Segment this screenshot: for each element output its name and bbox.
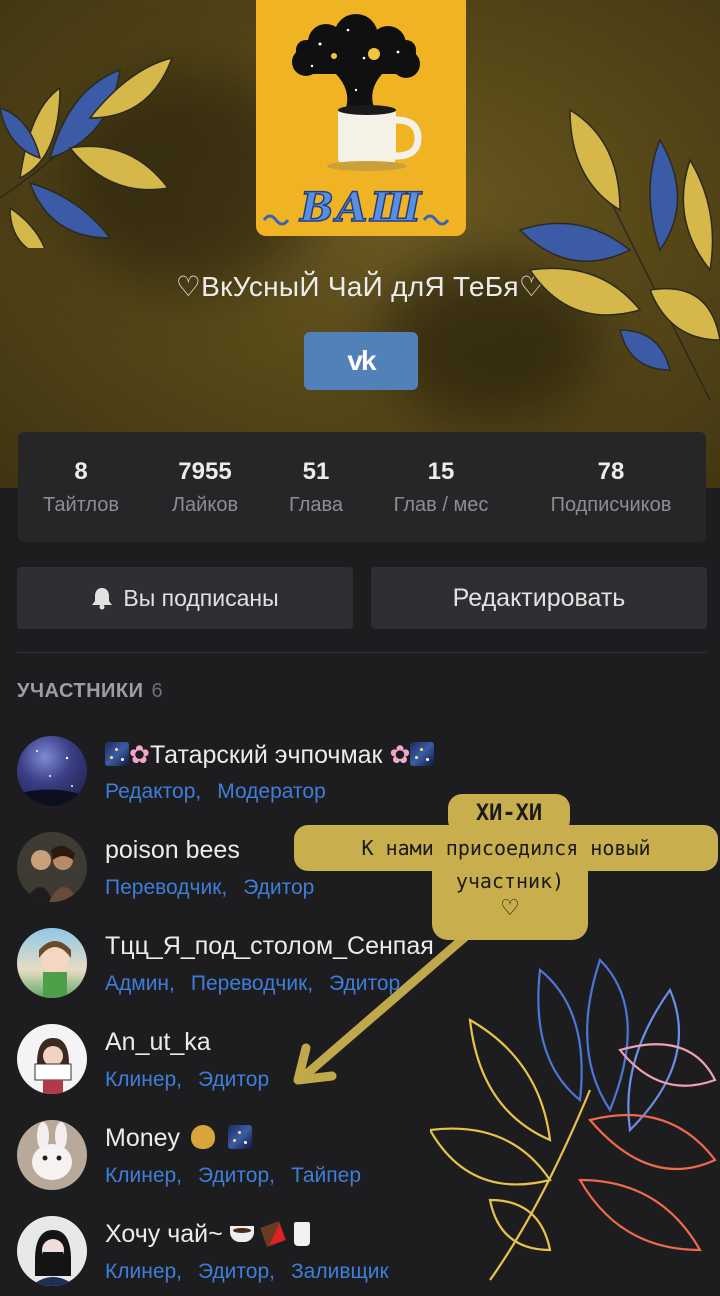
edit-button-label: Редактировать [452, 583, 626, 612]
money-bag-emoji-icon [191, 1125, 215, 1149]
role-tag[interactable]: Эдитор, [198, 1260, 275, 1284]
members-heading-label: УЧАСТНИКИ [17, 680, 144, 702]
avatar [17, 1120, 87, 1190]
group-stats: 8 Тайтлов 7955 Лайков 51 Глава 15 Глав /… [18, 432, 706, 542]
role-tag[interactable]: Эдитор [243, 876, 314, 900]
member-name: Money [105, 1124, 252, 1153]
member-name: An_ut_ka [105, 1028, 211, 1056]
vk-link-button[interactable]: vk [304, 332, 418, 390]
member-name: ✿Татарский эчпочмак ✿ [105, 740, 435, 770]
member-row[interactable]: An_ut_ka Клинер, Эдитор [17, 1024, 517, 1104]
member-name-text: Татарский эчпочмак [149, 741, 383, 769]
chocolate-emoji-icon [259, 1221, 286, 1247]
role-tag[interactable]: Админ, [105, 972, 175, 996]
avatar [17, 928, 87, 998]
avatar [17, 736, 87, 806]
stat-value: 7955 [178, 457, 232, 485]
stat-likes: 7955 Лайков [144, 458, 266, 517]
stat-label: Лайков [171, 493, 239, 516]
stat-chapters: 51 Глава [266, 458, 366, 517]
note-sticker-line1: К нами присоедился новый [361, 836, 651, 860]
note-sticker-bottom: участник) ♡ [432, 864, 588, 940]
member-roles: Админ, Переводчик, Эдитор [105, 972, 400, 996]
subscribed-button[interactable]: Вы подписаны [17, 567, 353, 629]
stat-value: 51 [302, 457, 330, 485]
role-tag[interactable]: Клинер, [105, 1164, 182, 1188]
stat-titles: 8 Тайтлов [18, 458, 144, 517]
member-roles: Клинер, Эдитор [105, 1068, 269, 1092]
member-name-text: Хочу чай~ [105, 1220, 223, 1248]
stat-label: Тайтлов [43, 493, 119, 516]
role-tag[interactable]: Переводчик, [105, 876, 227, 900]
stat-label: Глава [288, 493, 344, 516]
section-divider [17, 652, 707, 653]
note-sticker-title-text: ХИ-ХИ [475, 801, 543, 826]
stat-chapters-per-month: 15 Глав / мес [366, 458, 516, 517]
role-tag[interactable]: Тайпер [291, 1164, 361, 1188]
member-row[interactable]: Money Клинер, Эдитор, Тайпер [17, 1120, 517, 1200]
stat-value: 78 [597, 457, 625, 485]
milk-emoji-icon [293, 1222, 310, 1246]
avatar [17, 1024, 87, 1094]
members-count: 6 [151, 680, 164, 702]
member-row[interactable]: Тцц_Я_под_столом_Сенпая Админ, Переводчи… [17, 928, 517, 1008]
role-tag[interactable]: Клинер, [105, 1068, 182, 1092]
stat-label: Глав / мес [393, 493, 489, 516]
member-name-text: Money [105, 1124, 181, 1152]
avatar [17, 1216, 87, 1286]
blossom-emoji-icon: ✿ [389, 741, 411, 769]
note-sticker-line2: участник) [455, 869, 565, 893]
role-tag[interactable]: Переводчик, [191, 972, 313, 996]
member-name: Тцц_Я_под_столом_Сенпая [105, 932, 434, 960]
stat-subscribers: 78 Подписчиков [516, 458, 706, 517]
member-row[interactable]: ✿Татарский эчпочмак ✿ Редактор, Модерато… [17, 736, 517, 816]
members-heading: УЧАСТНИКИ 6 [17, 680, 163, 703]
member-roles: Редактор, Модератор [105, 780, 326, 804]
vk-icon: vk [347, 345, 376, 376]
role-tag[interactable]: Редактор, [105, 780, 201, 804]
night-sky-emoji-icon [227, 1125, 252, 1149]
blossom-emoji-icon: ✿ [129, 741, 150, 769]
stat-value: 15 [427, 457, 455, 485]
role-tag[interactable]: Заливщик [291, 1260, 389, 1284]
member-name: poison bees [105, 836, 240, 864]
night-sky-emoji-icon [105, 742, 129, 766]
stat-value: 8 [74, 457, 88, 485]
member-row[interactable]: Хочу чай~ Клинер, Эдитор, Заливщик [17, 1216, 517, 1296]
member-roles: Переводчик, Эдитор [105, 876, 314, 900]
stat-label: Подписчиков [550, 493, 672, 516]
member-name: Хочу чай~ [105, 1220, 310, 1249]
role-tag[interactable]: Эдитор, [198, 1164, 275, 1188]
night-sky-emoji-icon [410, 742, 435, 766]
role-tag[interactable]: Модератор [217, 780, 326, 804]
role-tag[interactable]: Эдитор [198, 1068, 269, 1092]
member-roles: Клинер, Эдитор, Заливщик [105, 1260, 389, 1284]
member-roles: Клинер, Эдитор, Тайпер [105, 1164, 361, 1188]
subscribed-button-label: Вы подписаны [123, 584, 279, 611]
group-header: ВАШ ♡ВкУсныЙ ЧаЙ длЯ ТеБя♡ vk [0, 0, 720, 488]
bell-icon [92, 588, 113, 610]
role-tag[interactable]: Эдитор [329, 972, 400, 996]
group-cover-image [256, 0, 466, 236]
avatar [17, 832, 87, 902]
group-title: ♡ВкУсныЙ ЧаЙ длЯ ТеБя♡ [175, 271, 545, 302]
role-tag[interactable]: Клинер, [105, 1260, 182, 1284]
coffee-emoji-icon [229, 1226, 254, 1242]
edit-button[interactable]: Редактировать [371, 567, 707, 629]
heart-icon: ♡ [500, 896, 520, 921]
